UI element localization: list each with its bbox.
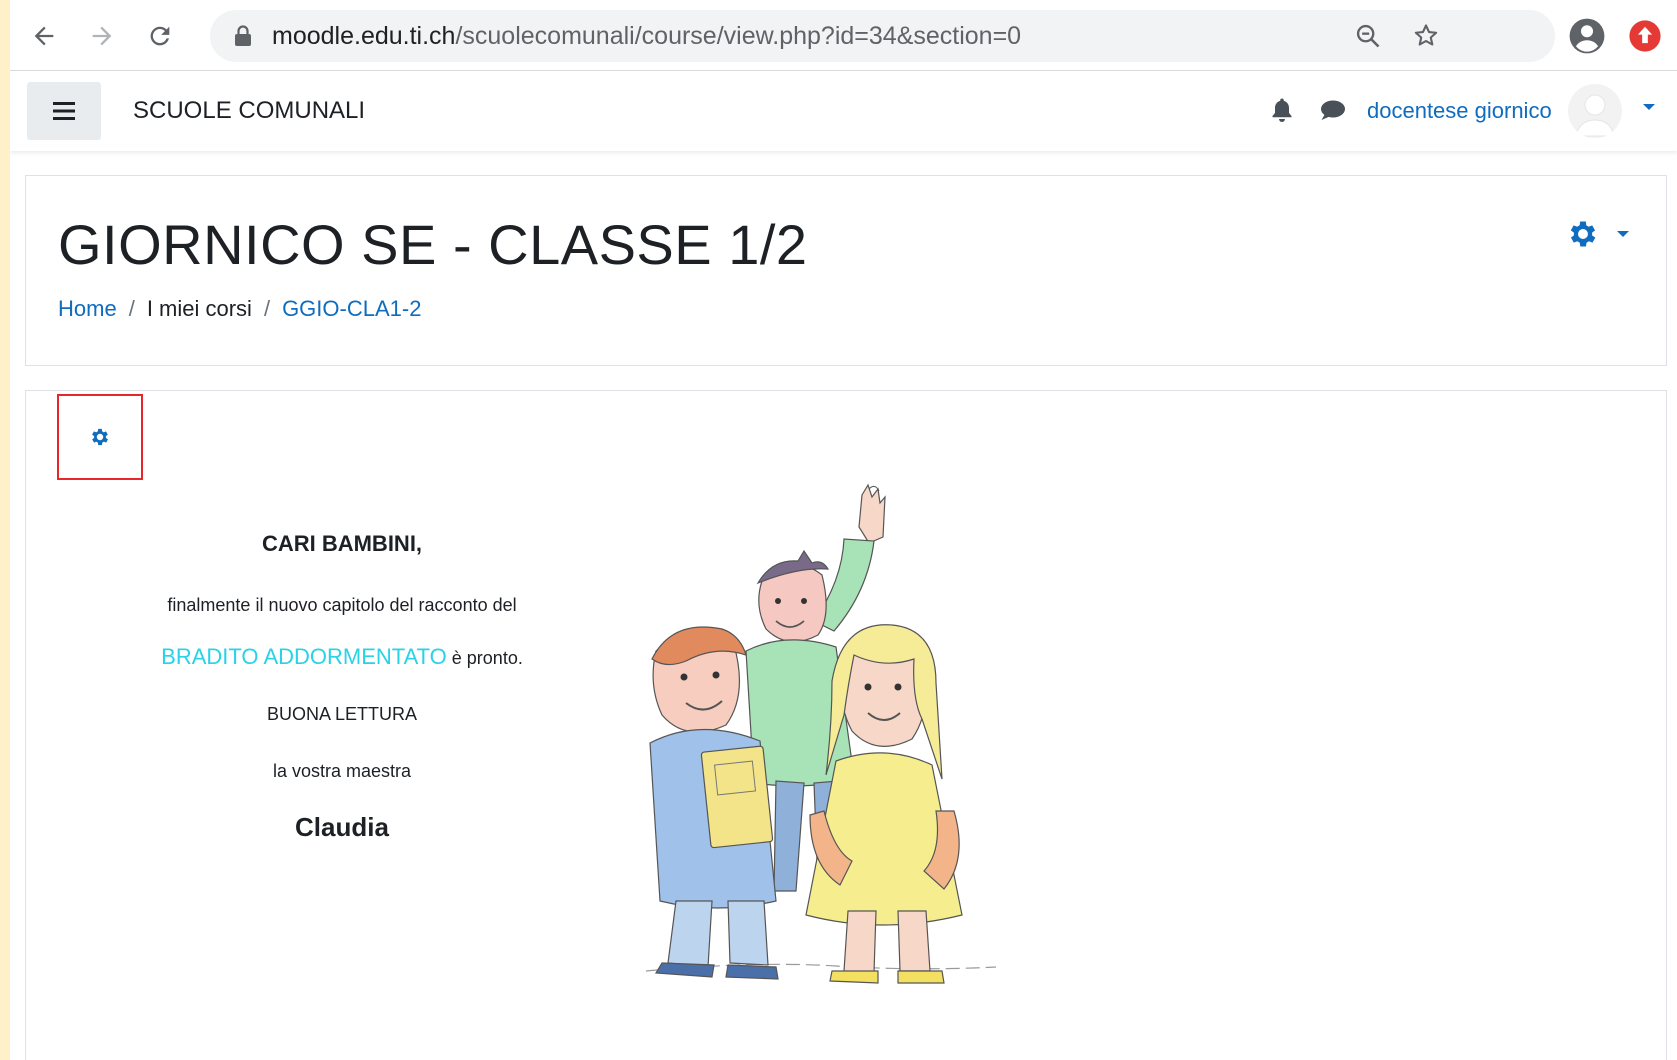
user-menu-name[interactable]: docentese giornico — [1367, 71, 1552, 151]
lock-icon — [235, 25, 251, 46]
reload-icon — [150, 26, 170, 46]
page-title: GIORNICO SE - CLASSE 1/2 — [58, 213, 808, 276]
url-path: /scuolecomunali/course/view.php?id=34&se… — [455, 22, 1022, 50]
zoom-out-icon — [1356, 24, 1380, 48]
avatar-placeholder-icon — [1575, 94, 1615, 137]
gear-icon — [92, 428, 108, 446]
welcome-message: CARI BAMBINI, finalmente il nuovo capito… — [122, 531, 562, 843]
bell-icon — [1272, 98, 1292, 122]
user-avatar[interactable] — [1568, 84, 1622, 138]
drawer-toggle-button[interactable] — [27, 82, 101, 140]
caret-down-icon — [1617, 230, 1629, 237]
breadcrumb: Home / I miei corsi / GGIO-CLA1-2 — [58, 296, 421, 322]
signature-text: Claudia — [295, 812, 389, 842]
course-section-0: CARI BAMBINI, finalmente il nuovo capito… — [25, 390, 1667, 1060]
breadcrumb-home-link[interactable]: Home — [58, 296, 117, 321]
comment-icon — [1321, 100, 1345, 120]
back-button[interactable] — [24, 16, 64, 56]
reload-button[interactable] — [140, 16, 180, 56]
site-name[interactable]: SCUOLE COMUNALI — [133, 71, 365, 151]
arrow-left-icon — [34, 26, 54, 46]
children-illustration — [645, 483, 997, 984]
message-line: BUONA LETTURA — [266, 704, 418, 724]
update-button[interactable] — [1625, 16, 1665, 56]
zoom-button[interactable] — [1352, 20, 1384, 52]
section-edit-settings-button[interactable] — [57, 394, 143, 480]
account-circle-icon — [1569, 18, 1605, 54]
caret-down-icon[interactable] — [1642, 103, 1656, 112]
story-line: BRADITO ADDORMENTATO è pronto. — [122, 644, 562, 670]
address-bar[interactable]: moodle.edu.ti.ch/scuolecomunali/course/v… — [210, 10, 1555, 62]
breadcrumb-course-link[interactable]: GGIO-CLA1-2 — [282, 296, 421, 321]
breadcrumb-separator: / — [128, 296, 135, 321]
url-host: moodle.edu.ti.ch — [272, 22, 456, 50]
forward-button[interactable] — [82, 16, 122, 56]
profile-button[interactable] — [1567, 16, 1607, 56]
arrow-right-icon — [92, 26, 112, 46]
messages-button[interactable] — [1318, 95, 1348, 125]
message-line: finalmente il nuovo capitolo del raccont… — [167, 595, 517, 615]
browser-window: moodle.edu.ti.ch/scuolecomunali/course/v… — [10, 0, 1677, 1060]
gear-icon — [1570, 221, 1596, 247]
browser-toolbar: moodle.edu.ti.ch/scuolecomunali/course/v… — [10, 0, 1677, 71]
message-line: la vostra maestra — [272, 761, 412, 781]
story-line-suffix: è pronto. — [446, 648, 523, 668]
hamburger-menu-icon — [53, 102, 75, 120]
site-navbar: SCUOLE COMUNALI docentese giornico — [10, 71, 1677, 151]
page-header: GIORNICO SE - CLASSE 1/2 Home / I miei cor… — [25, 175, 1667, 366]
update-arrow-icon — [1629, 20, 1661, 52]
bookmark-button[interactable] — [1410, 20, 1442, 52]
course-settings-menu-button[interactable] — [1566, 214, 1646, 254]
url-text: moodle.edu.ti.ch/scuolecomunali/course/v… — [272, 10, 1021, 62]
breadcrumb-my-courses: I miei corsi — [146, 296, 252, 321]
greeting-text: CARI BAMBINI, — [261, 531, 423, 556]
notifications-button[interactable] — [1267, 95, 1297, 125]
story-link[interactable]: BRADITO ADDORMENTATO — [161, 644, 447, 669]
star-icon — [1414, 24, 1438, 46]
breadcrumb-separator: / — [263, 296, 271, 321]
